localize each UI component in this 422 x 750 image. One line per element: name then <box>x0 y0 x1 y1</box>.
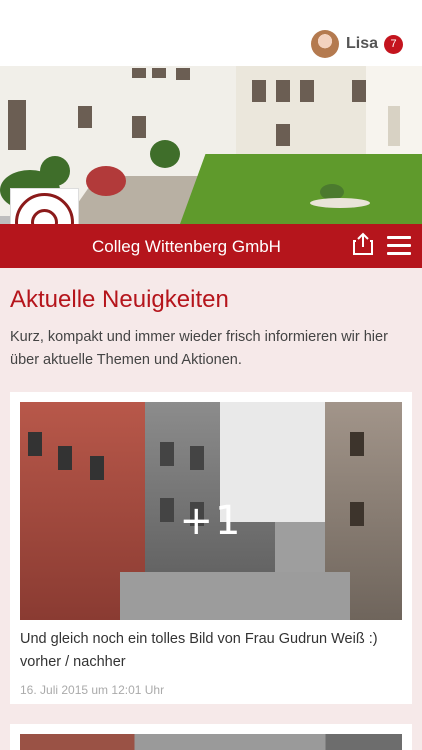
post-date: 16. Juli 2015 um 12:01 Uhr <box>20 683 165 697</box>
post-image[interactable]: +1 <box>20 402 402 620</box>
user-avatar[interactable] <box>311 30 339 58</box>
hamburger-menu-icon[interactable] <box>387 236 411 256</box>
user-bar: Lisa 7 <box>0 0 422 66</box>
intro-text: Kurz, kompakt und immer wieder frisch in… <box>10 329 388 368</box>
notification-badge[interactable]: 7 <box>384 35 403 54</box>
page-title: Aktuelle Neuigkeiten <box>10 286 229 313</box>
post-text: Und gleich noch ein tolles Bild von Frau… <box>20 631 378 670</box>
news-post-card[interactable] <box>10 724 412 750</box>
more-images-count: +1 <box>179 498 243 544</box>
username[interactable]: Lisa <box>346 35 378 53</box>
news-post-card[interactable]: +1 Und gleich noch ein tolles Bild von F… <box>10 392 412 704</box>
post-image[interactable] <box>20 734 402 750</box>
share-icon[interactable] <box>352 232 374 256</box>
company-name: Colleg Wittenberg GmbH <box>92 237 281 256</box>
